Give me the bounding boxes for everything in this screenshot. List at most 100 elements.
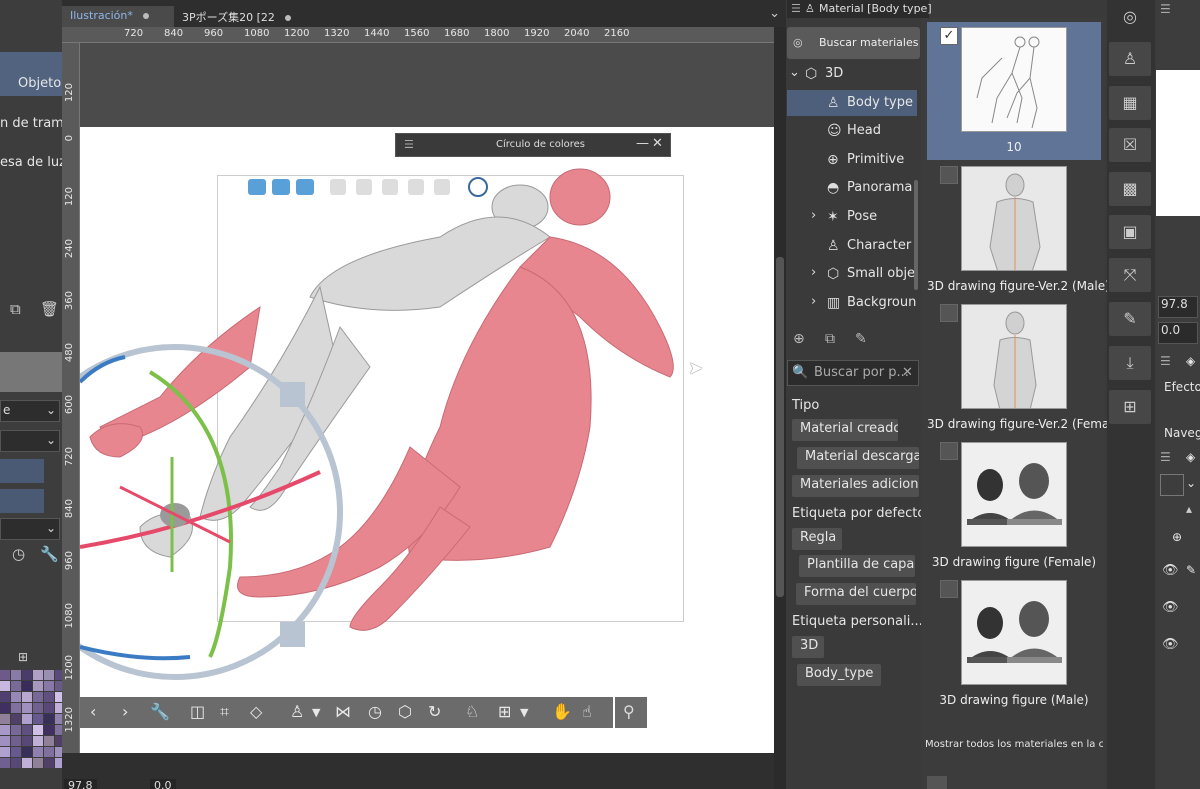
camera-pan-icon[interactable]: [272, 179, 290, 195]
gizmo-handle-top[interactable]: [280, 382, 305, 407]
color-swatch[interactable]: [55, 714, 62, 724]
color-swatch[interactable]: [55, 692, 62, 702]
color-swatch[interactable]: [0, 736, 10, 746]
tree-item-3d[interactable]: ⌄ ⬡ 3D: [787, 61, 917, 87]
color-swatch[interactable]: [55, 747, 62, 757]
color-swatch[interactable]: [22, 703, 32, 713]
tag-forma-cuerpo[interactable]: Forma del cuerpo: [796, 583, 916, 605]
thumbnail-checkbox-4[interactable]: [940, 442, 958, 460]
navigator-angle-field[interactable]: 0.0: [1158, 322, 1198, 344]
hand-pose-icon[interactable]: ☝: [582, 702, 592, 721]
camera-rotate-icon[interactable]: [248, 179, 266, 195]
color-swatch[interactable]: [22, 670, 32, 680]
material-edit-icon[interactable]: ✎: [1109, 302, 1151, 336]
color-swatch[interactable]: [11, 692, 21, 702]
object-rotate-z-icon[interactable]: [382, 179, 398, 195]
tab-list-chevron-icon[interactable]: ⌄: [769, 6, 780, 21]
color-swatch[interactable]: [0, 692, 10, 702]
thumbnail-10[interactable]: [961, 27, 1067, 132]
eye-icon[interactable]: 👁: [1162, 600, 1179, 615]
color-swatch[interactable]: [11, 747, 21, 757]
color-swatch[interactable]: [11, 714, 21, 724]
rotate-back-icon[interactable]: ↻: [428, 702, 441, 721]
tree-item-small-objec[interactable]: › ⬡ Small objec: [787, 261, 917, 287]
color-swatch[interactable]: [22, 725, 32, 735]
color-swatch[interactable]: [11, 681, 21, 691]
wrench-icon[interactable]: 🔧: [150, 702, 170, 721]
tag-plantilla-capa[interactable]: Plantilla de capa: [799, 555, 915, 577]
edit-folder-icon[interactable]: ✎: [855, 331, 867, 347]
color-swatch-grid[interactable]: [0, 670, 62, 789]
thumbnail-female[interactable]: [961, 442, 1067, 547]
navigator-zoom-field[interactable]: 97.8: [1158, 296, 1198, 318]
color-swatch[interactable]: [55, 725, 62, 735]
gizmo-handle-bottom[interactable]: [280, 622, 305, 647]
thumbnail-checkbox-1[interactable]: ✓: [940, 27, 958, 45]
object-rotate-icon[interactable]: [356, 179, 372, 195]
material-download-icon[interactable]: ⤓: [1109, 346, 1151, 380]
color-swatch[interactable]: [44, 692, 54, 702]
tab-navegador[interactable]: Navega: [1164, 426, 1200, 440]
color-swatch[interactable]: [22, 681, 32, 691]
color-swatch[interactable]: [11, 758, 21, 768]
hand-icon[interactable]: ✋: [552, 702, 572, 721]
zoom-value[interactable]: 97.8: [64, 779, 97, 789]
eye-icon[interactable]: 👁: [1162, 563, 1179, 578]
color-swatch[interactable]: [0, 725, 10, 735]
chevron-right-icon[interactable]: ›: [811, 294, 816, 309]
object-plane-move-icon[interactable]: [408, 179, 424, 195]
trash-icon[interactable]: 🗑: [40, 300, 59, 318]
tag-material-creado[interactable]: Material creado: [792, 419, 898, 441]
color-swatch[interactable]: [11, 703, 21, 713]
color-swatch[interactable]: [33, 703, 43, 713]
material-image-icon[interactable]: ▦: [1109, 86, 1151, 120]
thumbnail-checkbox-3[interactable]: [940, 304, 958, 322]
tree-item-head[interactable]: ☺ Head: [787, 118, 917, 144]
object-move-icon[interactable]: [330, 179, 346, 195]
color-swatch[interactable]: [55, 670, 62, 680]
body-shape-icon[interactable]: ♘: [465, 702, 479, 721]
tree-scrollbar[interactable]: [914, 180, 918, 290]
grid-icon[interactable]: ⊞: [18, 650, 28, 664]
canvas-scrollbar[interactable]: [774, 27, 786, 789]
chevron-down-icon[interactable]: ▼: [520, 706, 528, 719]
left-dropdown-2[interactable]: ⌄: [0, 430, 60, 452]
material-expand-icon[interactable]: ⤧: [1109, 258, 1151, 292]
color-swatch[interactable]: [0, 714, 10, 724]
show-all-materials-link[interactable]: Mostrar todos los materiales en la carpe…: [925, 739, 1103, 750]
layer-icon[interactable]: ◈: [1186, 354, 1195, 368]
blend-mode-buttons[interactable]: [0, 459, 44, 483]
color-swatch[interactable]: [0, 681, 10, 691]
timer-icon[interactable]: ◷: [12, 545, 25, 563]
color-swatch[interactable]: [33, 747, 43, 757]
copy-folder-icon[interactable]: ⧉: [825, 331, 835, 347]
material-search-input[interactable]: 🔍 Buscar por p... ✕: [787, 360, 919, 386]
tag-regla[interactable]: Regla: [792, 528, 842, 550]
layers-icon[interactable]: ◈: [1186, 450, 1195, 464]
minimize-icon[interactable]: —: [636, 136, 649, 151]
opacity-stepper[interactable]: ▴: [1186, 502, 1192, 516]
color-swatch[interactable]: [22, 736, 32, 746]
left-item-luz[interactable]: esa de luz: [0, 155, 62, 170]
color-circle-window[interactable]: ☰ Círculo de colores — ✕: [395, 133, 671, 157]
left-item-objeto[interactable]: Objeto: [18, 76, 61, 91]
material-pattern-icon[interactable]: ▩: [1109, 172, 1151, 206]
chevron-right-icon[interactable]: ›: [811, 265, 816, 280]
color-swatch[interactable]: [55, 681, 62, 691]
left-item-trama[interactable]: n de trama: [0, 116, 62, 131]
tag-body-type[interactable]: Body_type: [797, 664, 881, 686]
color-swatch[interactable]: [44, 758, 54, 768]
tab-efecto[interactable]: Efecto: [1164, 380, 1200, 394]
angle-value[interactable]: 0.0: [150, 779, 176, 789]
left-dropdown-1[interactable]: e ⌄: [0, 400, 60, 422]
pink-figure[interactable]: [89, 168, 674, 631]
tag-material-descargado[interactable]: Material descargad: [797, 447, 919, 469]
material-grid-icon[interactable]: ⊞: [1109, 390, 1151, 424]
menu-icon[interactable]: ☰: [1160, 2, 1171, 16]
color-swatch[interactable]: [44, 725, 54, 735]
duplicate-icon[interactable]: ⧉: [10, 300, 21, 318]
3d-figures-scene[interactable]: [80, 127, 774, 753]
color-swatch[interactable]: [44, 736, 54, 746]
material-frame-icon[interactable]: ▣: [1109, 215, 1151, 249]
color-swatch[interactable]: [33, 692, 43, 702]
